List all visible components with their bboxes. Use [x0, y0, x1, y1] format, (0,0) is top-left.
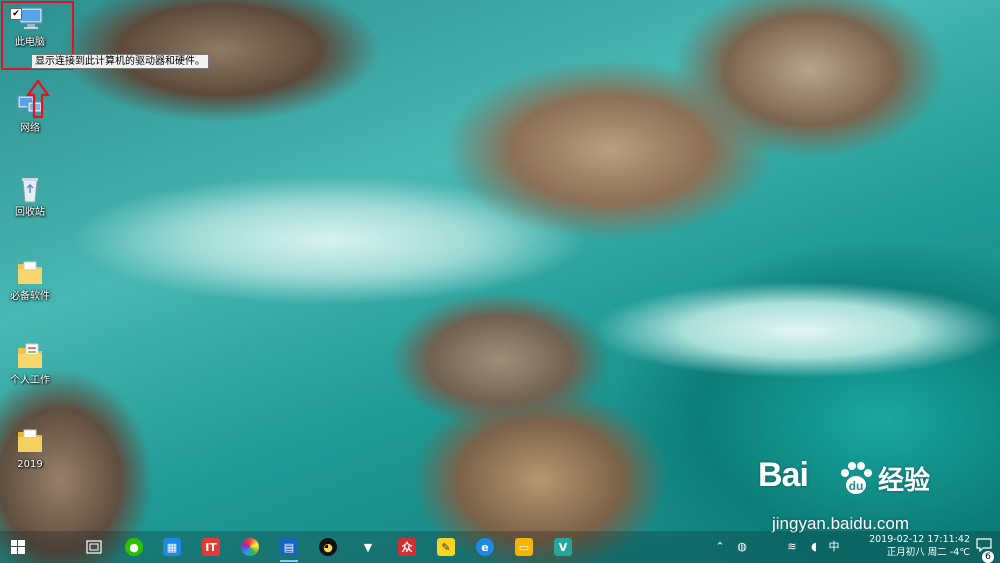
- show-hidden-icons-button[interactable]: ⌃: [712, 539, 728, 555]
- desktop-icon-label: 网络: [20, 123, 40, 134]
- action-center-button[interactable]: 6: [976, 537, 994, 563]
- desktop-icon-2019-folder[interactable]: 2019: [0, 426, 60, 471]
- windows-start-icon: [11, 540, 25, 554]
- watermark-suffix: 经验: [878, 466, 931, 496]
- notes-icon: ✎: [437, 538, 455, 556]
- taskbar-app-explorer[interactable]: ▭: [506, 531, 542, 563]
- up-arrow-icon: [26, 79, 50, 119]
- fox-icon: ▼: [363, 540, 373, 554]
- folder-icon: [14, 258, 46, 288]
- active-indicator: [280, 560, 298, 562]
- task-view-icon: [86, 540, 102, 554]
- desktop-icon-label: 回收站: [15, 207, 45, 218]
- desktop-icon-label: 2019: [17, 459, 43, 470]
- taskbar-app-wechat[interactable]: ●: [116, 531, 152, 563]
- tray-app-icon[interactable]: ◍: [734, 539, 750, 555]
- vpn-icon: V: [554, 538, 572, 556]
- desktop-icon-software-folder[interactable]: 必备软件: [0, 258, 60, 303]
- recycle-bin-icon: [14, 174, 46, 204]
- paw-icon: du: [841, 462, 872, 494]
- taskbar-app-qq[interactable]: ◕: [310, 531, 346, 563]
- taskbar-app-red[interactable]: IT: [193, 531, 229, 563]
- desktop-wallpaper: ✔ 此电脑 网络 回收站 必备软件 个人工作 2019 显示连接到此计算机的驱动…: [0, 0, 1000, 563]
- taskbar-app-vpn[interactable]: V: [545, 531, 581, 563]
- notification-icon: [976, 538, 992, 553]
- clock-lunar: 正月初八: [886, 547, 925, 558]
- start-button[interactable]: [0, 531, 36, 563]
- taskbar-app-store[interactable]: ▤: [271, 531, 307, 563]
- taskbar-app-fox[interactable]: ▼: [350, 531, 386, 563]
- clock-temperature: -4℃: [949, 547, 970, 558]
- file-explorer-icon: ▭: [515, 538, 533, 556]
- taskbar-app-blue[interactable]: ▦: [154, 531, 190, 563]
- clock[interactable]: 2019-02-12 17:11:42 正月初八 周二 -4℃: [869, 533, 970, 559]
- red-doc-icon: 众: [398, 538, 416, 556]
- blue-app-icon: ▦: [163, 538, 181, 556]
- wechat-icon: ●: [125, 538, 143, 556]
- notification-count-badge: 6: [982, 551, 994, 563]
- clock-date: 2019-02-12: [869, 534, 925, 545]
- color-wheel-icon: [241, 538, 259, 556]
- svg-text:du: du: [849, 479, 864, 493]
- baidu-jingyan-watermark: Bai du 经验 jingyan.baidu.com: [758, 456, 948, 542]
- taskbar-app-ie[interactable]: e: [467, 531, 503, 563]
- red-app-icon: IT: [202, 538, 220, 556]
- taskbar-app-notes[interactable]: ✎: [428, 531, 464, 563]
- clock-time: 17:11:42: [927, 534, 970, 545]
- task-view-button[interactable]: [76, 531, 112, 563]
- ime-indicator[interactable]: 中: [826, 539, 842, 555]
- volume-icon[interactable]: ◖: [806, 539, 822, 555]
- qq-penguin-icon: ◕: [319, 538, 337, 556]
- desktop-icon-label: 必备软件: [10, 291, 50, 302]
- taskbar-app-red-doc[interactable]: 众: [389, 531, 425, 563]
- network-wifi-icon[interactable]: ≋: [784, 539, 800, 555]
- internet-explorer-icon: e: [476, 538, 494, 556]
- system-tray: ⌃ ◍ ≋ ◖ 中 2019-02-12 17:11:42 正月初八 周二 -4…: [710, 531, 1000, 563]
- desktop-icon-label: 个人工作: [10, 375, 50, 386]
- tooltip: 显示连接到此计算机的驱动器和硬件。: [31, 54, 209, 69]
- folder-icon: [14, 426, 46, 456]
- watermark-brand: Bai: [758, 456, 809, 494]
- desktop-icon-recycle-bin[interactable]: 回收站: [0, 174, 60, 219]
- clock-weekday: 周二: [927, 547, 947, 558]
- folder-icon: [14, 342, 46, 372]
- taskbar-app-color[interactable]: [232, 531, 268, 563]
- store-icon: ▤: [280, 538, 298, 556]
- desktop-icon-work-folder[interactable]: 个人工作: [0, 342, 60, 387]
